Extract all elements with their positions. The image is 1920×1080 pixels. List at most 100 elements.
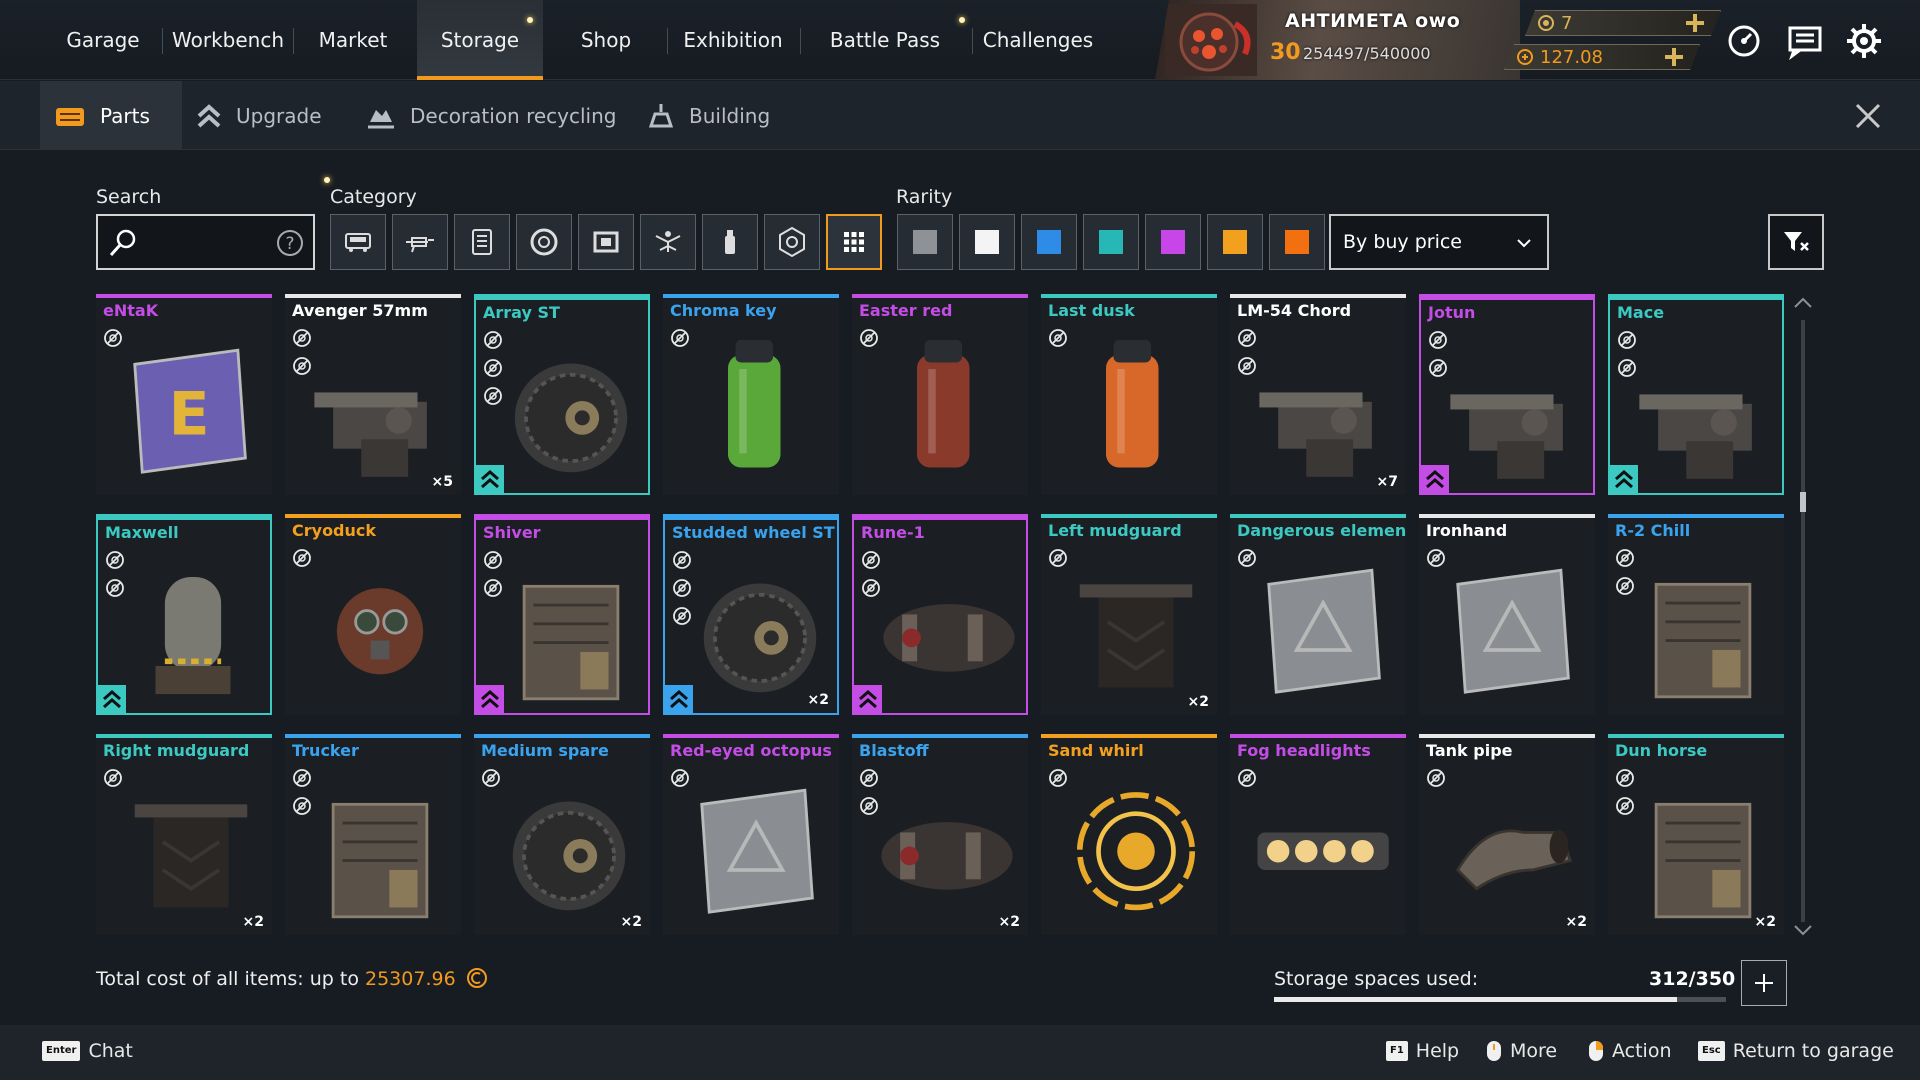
item-card[interactable]: Easter red: [852, 294, 1028, 495]
item-card[interactable]: Dun horse ×2: [1608, 734, 1784, 935]
item-card[interactable]: Chroma key: [663, 294, 839, 495]
category-weapon-button[interactable]: [392, 214, 448, 270]
rarity-filter-button[interactable]: [1083, 214, 1139, 270]
scroll-down-icon[interactable]: [1793, 924, 1813, 936]
not-sellable-icon: [484, 387, 502, 405]
rarity-filter-button[interactable]: [959, 214, 1015, 270]
rarity-filter-button[interactable]: [1207, 214, 1263, 270]
subtab-parts[interactable]: Parts: [40, 81, 182, 150]
rarity-strip: [285, 514, 461, 518]
item-card[interactable]: Blastoff ×2: [852, 734, 1028, 935]
item-card[interactable]: Jotun: [1419, 294, 1595, 495]
item-card[interactable]: Rune-1: [852, 514, 1028, 715]
scroll-up-icon[interactable]: [1793, 297, 1813, 309]
news-icon[interactable]: [1786, 22, 1824, 60]
tab-challenges[interactable]: Challenges: [978, 0, 1098, 80]
subtab-decoration-recycling[interactable]: Decoration recycling: [366, 81, 616, 150]
not-tradeable-icon: [1427, 549, 1445, 567]
item-card[interactable]: Shiver: [474, 514, 650, 715]
item-card[interactable]: eNtaK E: [96, 294, 272, 495]
item-card[interactable]: Red-eyed octopus: [663, 734, 839, 935]
category-all-button[interactable]: [826, 214, 882, 270]
add-coins-button[interactable]: [1683, 11, 1707, 35]
item-card[interactable]: Sand whirl: [1041, 734, 1217, 935]
storage-value: 312/350: [1649, 968, 1736, 990]
subtab-building[interactable]: Building: [647, 81, 770, 150]
item-card[interactable]: Trucker: [285, 734, 461, 935]
hint-action[interactable]: Action: [1588, 1040, 1672, 1062]
search-field[interactable]: ?: [96, 214, 315, 270]
tab-garage[interactable]: Garage: [48, 0, 158, 80]
item-count: ×2: [1565, 914, 1587, 930]
category-hex-button[interactable]: [764, 214, 820, 270]
not-sellable-icon: [484, 579, 502, 597]
divider: [162, 28, 163, 54]
item-card[interactable]: Ironhand: [1419, 514, 1595, 715]
item-card[interactable]: Medium spare ×2: [474, 734, 650, 935]
search-input[interactable]: [150, 228, 260, 256]
item-image: [514, 363, 628, 473]
tab-battle-pass[interactable]: Battle Pass: [804, 0, 966, 80]
player-panel[interactable]: АНТИМЕТА owo 30 254497/540000: [1155, 0, 1520, 80]
category-frame-button[interactable]: [578, 214, 634, 270]
item-card[interactable]: Avenger 57mm ×5: [285, 294, 461, 495]
not-tradeable-icon: [484, 331, 502, 349]
item-card[interactable]: Fog headlights: [1230, 734, 1406, 935]
category-decor-button[interactable]: [640, 214, 696, 270]
tab-exhibition[interactable]: Exhibition: [671, 0, 795, 80]
item-name: Left mudguard: [1048, 521, 1182, 540]
item-count: ×2: [1187, 694, 1209, 710]
category-label: Category: [330, 186, 417, 208]
scrollbar-thumb[interactable]: [1800, 492, 1806, 512]
rarity-filter-button[interactable]: [1021, 214, 1077, 270]
item-card[interactable]: Tank pipe ×2: [1419, 734, 1595, 935]
hint-return-garage[interactable]: Esc Return to garage: [1698, 1040, 1894, 1062]
speedometer-icon[interactable]: [1725, 22, 1763, 60]
subtab-upgrade[interactable]: Upgrade: [196, 81, 322, 150]
hint-more[interactable]: More: [1486, 1040, 1557, 1062]
scrollbar-track[interactable]: [1801, 320, 1805, 922]
item-count: ×2: [807, 692, 829, 708]
tab-workbench[interactable]: Workbench: [166, 0, 290, 80]
rarity-strip: [1419, 734, 1595, 738]
item-card[interactable]: Maxwell: [96, 514, 272, 715]
add-credits-button[interactable]: [1662, 45, 1686, 69]
not-tradeable-icon: [104, 329, 122, 347]
item-name: Tank pipe: [1426, 741, 1513, 760]
upgrade-icon: [476, 685, 504, 713]
category-paint-button[interactable]: [702, 214, 758, 270]
item-card[interactable]: LM-54 Chord ×7: [1230, 294, 1406, 495]
rarity-filter-button[interactable]: [1269, 214, 1325, 270]
rarity-filter-button[interactable]: [1145, 214, 1201, 270]
item-name: Rune-1: [861, 523, 925, 542]
tab-market[interactable]: Market: [297, 0, 409, 80]
item-card[interactable]: Cryoduck: [285, 514, 461, 715]
item-card[interactable]: Last dusk: [1041, 294, 1217, 495]
item-card[interactable]: Array ST: [474, 294, 650, 495]
hint-chat[interactable]: Enter Chat: [42, 1040, 133, 1062]
item-image: [336, 588, 424, 675]
item-card[interactable]: R-2 Chill: [1608, 514, 1784, 715]
item-card[interactable]: Right mudguard ×2: [96, 734, 272, 935]
help-icon[interactable]: ?: [275, 228, 305, 258]
reset-filters-button[interactable]: [1768, 214, 1824, 270]
expand-storage-button[interactable]: [1741, 960, 1787, 1006]
item-card[interactable]: Studded wheel ST ×2: [663, 514, 839, 715]
category-cabin-button[interactable]: [330, 214, 386, 270]
gear-icon[interactable]: [1845, 22, 1883, 60]
sort-dropdown[interactable]: By buy price: [1329, 214, 1549, 270]
hint-help[interactable]: F1 Help: [1386, 1040, 1459, 1062]
category-module-button[interactable]: [454, 214, 510, 270]
upgrade-icon: [197, 103, 221, 127]
item-card[interactable]: Mace: [1608, 294, 1784, 495]
close-icon[interactable]: [1852, 100, 1884, 132]
tab-storage[interactable]: Storage: [417, 0, 543, 80]
item-card[interactable]: Left mudguard ×2: [1041, 514, 1217, 715]
item-name: Avenger 57mm: [292, 301, 428, 320]
coins-display: 7: [1525, 10, 1721, 36]
item-image: [1106, 339, 1159, 468]
tab-shop[interactable]: Shop: [552, 0, 660, 80]
category-wheel-button[interactable]: [516, 214, 572, 270]
item-card[interactable]: Dangerous element: [1230, 514, 1406, 715]
rarity-filter-button[interactable]: [897, 214, 953, 270]
